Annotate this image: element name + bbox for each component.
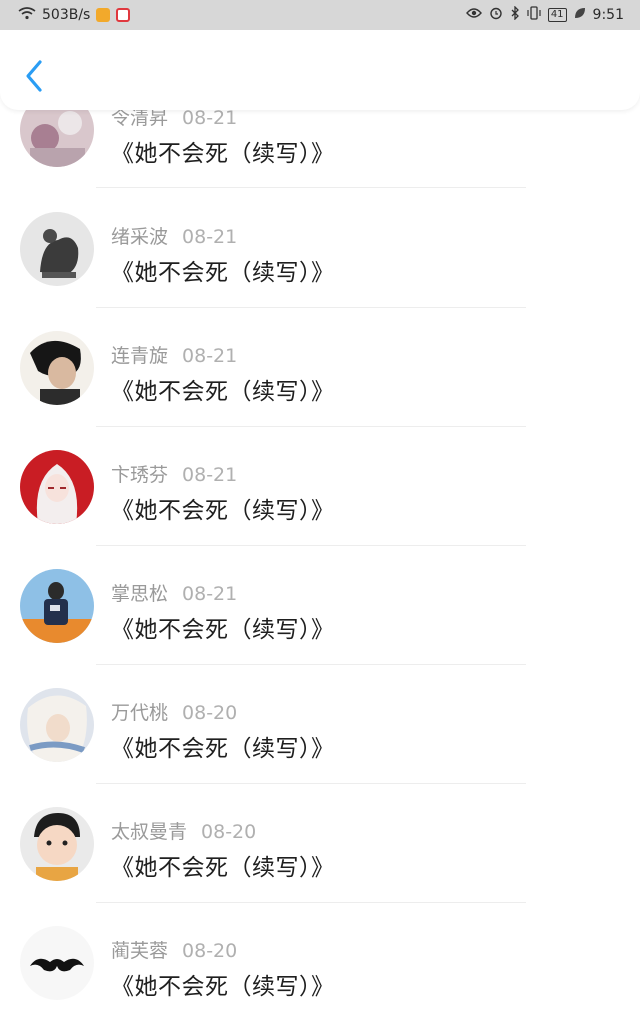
author-name: 令清昇 bbox=[111, 107, 169, 129]
divider bbox=[96, 187, 526, 188]
bluetooth-icon bbox=[510, 5, 520, 24]
divider bbox=[96, 545, 526, 546]
author-name: 万代桃 bbox=[111, 702, 169, 724]
post-date: 08-20 bbox=[182, 702, 238, 724]
list-item[interactable]: 掌思松 08-21 《她不会死（续写）》 bbox=[0, 551, 640, 670]
avatar bbox=[20, 331, 94, 405]
divider bbox=[96, 307, 526, 308]
post-title: 《她不会死（续写）》 bbox=[111, 379, 335, 405]
post-date: 08-20 bbox=[182, 940, 238, 962]
network-speed: 503B/s bbox=[42, 7, 91, 23]
post-title: 《她不会死（续写）》 bbox=[111, 498, 335, 524]
post-title: 《她不会死（续写）》 bbox=[111, 617, 335, 643]
list-item[interactable]: 连青旋 08-21 《她不会死（续写）》 bbox=[0, 313, 640, 432]
post-title: 《她不会死（续写）》 bbox=[111, 855, 335, 881]
eye-icon bbox=[465, 7, 482, 23]
author-name: 太叔曼青 bbox=[111, 821, 188, 843]
author-name: 蔺芙蓉 bbox=[111, 940, 169, 962]
post-title: 《她不会死（续写）》 bbox=[111, 141, 335, 167]
vibrate-icon bbox=[527, 6, 541, 24]
battery-icon: 41 bbox=[547, 8, 567, 22]
avatar bbox=[20, 569, 94, 643]
author-name: 连青旋 bbox=[111, 345, 169, 367]
post-title: 《她不会死（续写）》 bbox=[111, 974, 335, 1000]
divider bbox=[96, 902, 526, 903]
clock-time: 9:51 bbox=[592, 7, 624, 23]
divider bbox=[96, 664, 526, 665]
app-notification-icon bbox=[96, 8, 111, 22]
post-date: 08-21 bbox=[182, 464, 238, 486]
author-meta: 掌思松 08-21 bbox=[111, 579, 237, 606]
author-name: 掌思松 bbox=[111, 583, 169, 605]
post-title: 《她不会死（续写）》 bbox=[111, 736, 335, 762]
author-meta: 万代桃 08-20 bbox=[111, 698, 237, 725]
list-item[interactable]: 蔺芙蓉 08-20 《她不会死（续写）》 bbox=[0, 908, 640, 1027]
avatar bbox=[20, 688, 94, 762]
divider bbox=[96, 783, 526, 784]
avatar bbox=[20, 450, 94, 524]
list-item[interactable]: 万代桃 08-20 《她不会死（续写）》 bbox=[0, 670, 640, 789]
author-meta: 卞琇芬 08-21 bbox=[111, 460, 237, 487]
author-meta: 连青旋 08-21 bbox=[111, 341, 237, 368]
avatar bbox=[20, 807, 94, 881]
post-title: 《她不会死（续写）》 bbox=[111, 260, 335, 286]
status-bar: 503B/s 41 9:51 bbox=[0, 0, 640, 30]
wifi-icon bbox=[18, 6, 36, 24]
chevron-left-icon bbox=[26, 60, 42, 92]
list-item[interactable]: 卞琇芬 08-21 《她不会死（续写）》 bbox=[0, 432, 640, 551]
list-item[interactable]: 太叔曼青 08-20 《她不会死（续写）》 bbox=[0, 789, 640, 908]
top-nav-bar bbox=[0, 30, 640, 110]
post-date: 08-21 bbox=[182, 107, 238, 129]
divider bbox=[96, 426, 526, 427]
back-button[interactable] bbox=[16, 56, 52, 96]
post-date: 08-21 bbox=[182, 226, 238, 248]
leaf-icon bbox=[574, 7, 586, 23]
author-meta: 绪采波 08-21 bbox=[111, 222, 237, 249]
author-name: 卞琇芬 bbox=[111, 464, 169, 486]
author-meta: 蔺芙蓉 08-20 bbox=[111, 936, 237, 963]
avatar bbox=[20, 926, 94, 1000]
post-date: 08-20 bbox=[201, 821, 257, 843]
avatar bbox=[20, 212, 94, 286]
app-notification-icon bbox=[116, 8, 131, 22]
alarm-icon bbox=[489, 6, 503, 24]
author-meta: 太叔曼青 08-20 bbox=[111, 817, 256, 844]
list-item[interactable]: 绪采波 08-21 《她不会死（续写）》 bbox=[0, 194, 640, 313]
post-date: 08-21 bbox=[182, 345, 238, 367]
post-date: 08-21 bbox=[182, 583, 238, 605]
author-name: 绪采波 bbox=[111, 226, 169, 248]
